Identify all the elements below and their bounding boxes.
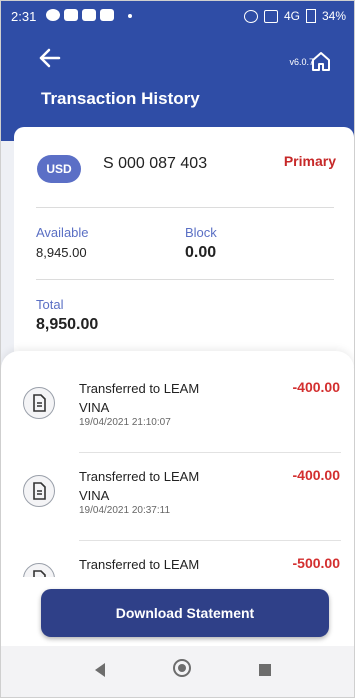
nav-back-icon[interactable] — [95, 663, 105, 677]
transaction-row[interactable]: Transferred to LEAM -500.00 — [1, 541, 354, 577]
block-value: 0.00 — [185, 244, 217, 261]
network-label: 4G — [283, 9, 300, 23]
battery-icon — [305, 9, 316, 23]
document-icon — [23, 475, 55, 507]
divider — [36, 279, 334, 280]
nav-home-dot — [178, 664, 186, 672]
navigation-bar — [1, 646, 354, 697]
transaction-row[interactable]: Transferred to LEAM VINA 19/04/2021 20:3… — [1, 453, 354, 541]
wifi-icon — [263, 9, 278, 23]
available-value: 8,945.00 — [36, 245, 87, 260]
battery-level: 34% — [321, 9, 346, 23]
back-arrow-icon[interactable] — [37, 45, 63, 71]
youtube-icon — [100, 9, 114, 21]
divider — [36, 207, 334, 208]
home-icon[interactable] — [310, 50, 332, 72]
transaction-amount: -400.00 — [292, 379, 340, 395]
notification-icons — [46, 9, 132, 21]
nav-recent-apps-icon[interactable] — [259, 664, 271, 676]
status-right: 4G 34% — [243, 9, 346, 23]
transaction-amount: -500.00 — [292, 555, 340, 571]
page-title: Transaction History — [41, 89, 200, 108]
primary-label: Primary — [283, 153, 336, 169]
total-label: Total — [36, 297, 64, 312]
account-number: S 000 087 403 — [103, 155, 208, 172]
transaction-description: Transferred to LEAM — [79, 557, 200, 572]
document-icon — [23, 387, 55, 419]
nav-home-icon[interactable] — [173, 659, 191, 677]
currency-badge: USD — [37, 155, 81, 183]
transaction-description-line1: Transferred to LEAM — [79, 381, 200, 396]
total-value: 8,950.00 — [36, 316, 99, 333]
transaction-date: 19/04/2021 21:10:07 — [79, 417, 171, 428]
status-time: 2:31 — [11, 9, 37, 24]
transaction-description: Transferred to LEAM VINA — [79, 379, 239, 417]
block-label: Block — [185, 225, 217, 240]
download-statement-button[interactable]: Download Statement — [41, 589, 329, 637]
document-icon — [23, 563, 55, 577]
vibrate-icon — [243, 9, 258, 23]
account-card: USD S 000 087 403 Primary Available 8,94… — [14, 127, 354, 367]
transaction-description: Transferred to LEAM VINA — [79, 467, 239, 505]
youtube-icon — [82, 9, 96, 21]
header: 2:31 4G 34% v6.0.7 Transaction History — [1, 1, 354, 141]
facebook-icon — [46, 9, 60, 21]
transaction-row[interactable]: Transferred to LEAM VINA 19/04/2021 21:1… — [1, 365, 354, 453]
transaction-date: 19/04/2021 20:37:11 — [79, 505, 171, 516]
more-notifications-dot — [128, 14, 132, 18]
transaction-description-line2: VINA — [79, 400, 110, 415]
transaction-description-line2: VINA — [79, 488, 110, 503]
youtube-icon — [64, 9, 78, 21]
app-frame: 2:31 4G 34% v6.0.7 Transaction History U… — [0, 0, 355, 698]
transaction-description-line1: Transferred to LEAM — [79, 469, 200, 484]
transaction-amount: -400.00 — [292, 467, 340, 483]
status-bar: 2:31 4G 34% — [1, 1, 354, 31]
available-label: Available — [36, 225, 89, 240]
